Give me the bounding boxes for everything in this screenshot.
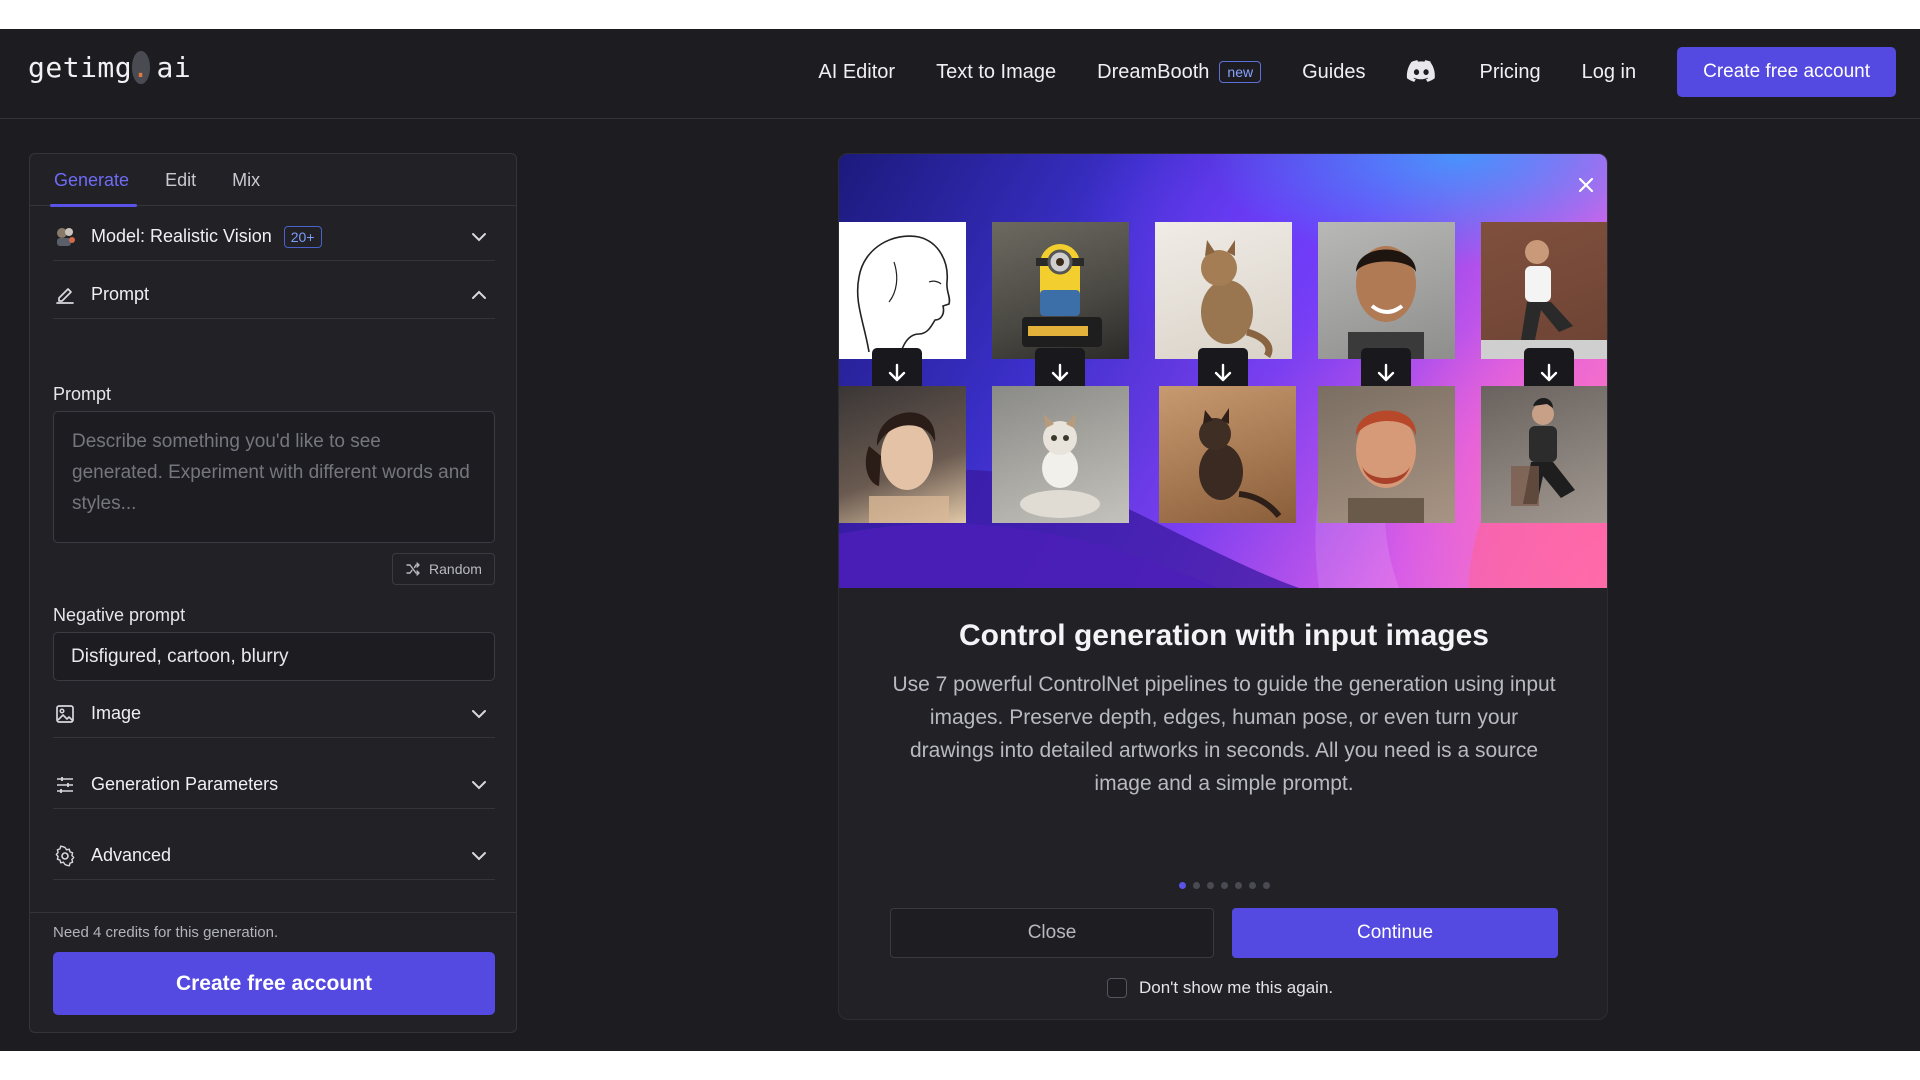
minion-input-thumbnail [992,222,1129,359]
header-create-account-button[interactable]: Create free account [1677,47,1896,97]
kitten-output-thumbnail [992,386,1129,523]
onboarding-modal: Control generation with input images Use… [838,153,1608,1020]
nav-dreambooth-label: DreamBooth [1097,60,1210,83]
image-section-toggle[interactable]: Image [53,690,495,738]
close-icon[interactable] [1574,173,1598,197]
chevron-up-icon [469,285,489,305]
prompt-section-label: Prompt [91,284,150,304]
chevron-down-icon [469,704,489,724]
tab-mix[interactable]: Mix [232,154,260,206]
dont-show-again-checkbox[interactable] [1107,978,1127,998]
pagination-dot-active[interactable] [1179,882,1186,889]
random-prompt-button[interactable]: Random [392,553,495,585]
create-account-button[interactable]: Create free account [53,952,495,1015]
panel-footer-divider [30,912,516,913]
modal-title: Control generation with input images [958,619,1489,652]
woman-output-thumbnail [839,386,966,523]
close-button[interactable]: Close [890,908,1214,958]
model-avatar-icon [53,225,77,249]
top-header: getimg. ai AI Editor Text to Image DreamB… [0,29,1920,119]
logo-text-tail: ai [156,51,192,84]
credits-note: Need 4 credits for this generation. [53,924,279,941]
generation-parameters-label: Generation Parameters [91,774,279,794]
main-nav: AI Editor Text to Image DreamBooth new G… [818,47,1896,97]
slide-pagination [1179,882,1277,889]
prompt-section-toggle[interactable]: Prompt [53,271,495,319]
sliders-icon [53,773,77,797]
pagination-dot[interactable] [1207,882,1214,889]
redhead-man-output-thumbnail [1318,386,1455,523]
negative-prompt-label: Negative prompt [53,605,186,625]
gear-icon [53,844,77,868]
chevron-down-icon [469,846,489,866]
logo-text-main: getimg [28,51,133,84]
panel-tabs: Generate Edit Mix [30,154,516,207]
pagination-dot[interactable] [1221,882,1228,889]
chevron-down-icon [469,775,489,795]
continue-button[interactable]: Continue [1232,908,1558,958]
nav-text-to-image[interactable]: Text to Image [936,61,1056,84]
app-window: getimg. ai AI Editor Text to Image DreamB… [0,29,1920,1051]
nav-ai-editor[interactable]: AI Editor [818,61,895,84]
tab-generate[interactable]: Generate [49,154,138,207]
cat-input-thumbnail [1155,222,1292,359]
logo-dot: . [132,51,150,84]
nav-log-in[interactable]: Log in [1582,61,1637,84]
pagination-dot[interactable] [1263,882,1270,889]
tab-edit[interactable]: Edit [165,154,196,206]
pencil-icon [53,283,77,307]
dont-show-again-label[interactable]: Don't show me this again. [1139,978,1333,998]
sketch-input-thumbnail [839,222,966,359]
cat-output-thumbnail [1159,386,1296,523]
image-section-label: Image [91,703,142,723]
chevron-down-icon [469,227,489,247]
new-badge: new [1219,61,1262,83]
random-label: Random [429,561,482,577]
prompt-textarea[interactable]: Describe something you'd like to see gen… [53,411,495,543]
model-selector[interactable]: Model: Realistic Vision 20+ [53,213,495,261]
pose-input-thumbnail [1481,222,1607,359]
shuffle-icon [406,562,420,576]
advanced-section-toggle[interactable]: Advanced [53,832,495,880]
pose-output-thumbnail [1481,386,1607,523]
model-count-badge: 20+ [283,225,322,248]
pagination-dot[interactable] [1249,882,1256,889]
prompt-label: Prompt [53,384,112,404]
nav-guides[interactable]: Guides [1302,61,1365,84]
nav-dreambooth[interactable]: DreamBooth new [1097,60,1262,84]
dont-show-again-row[interactable]: Don't show me this again. [1107,978,1333,998]
negative-prompt-input[interactable]: Disfigured, cartoon, blurry [53,632,495,681]
pagination-dot[interactable] [1235,882,1242,889]
discord-icon[interactable] [1406,60,1438,84]
logo[interactable]: getimg. ai [28,51,191,84]
modal-hero-image [839,154,1607,588]
generation-parameters-toggle[interactable]: Generation Parameters [53,761,495,809]
generate-panel: Generate Edit Mix Model: Realistic Visio… [29,153,517,1033]
advanced-section-label: Advanced [91,845,172,865]
pagination-dot[interactable] [1193,882,1200,889]
image-icon [53,702,77,726]
model-label: Model: Realistic Vision [91,226,272,246]
modal-description: Use 7 powerful ControlNet pipelines to g… [892,673,1556,795]
nav-pricing[interactable]: Pricing [1479,61,1540,84]
man-input-thumbnail [1318,222,1455,359]
